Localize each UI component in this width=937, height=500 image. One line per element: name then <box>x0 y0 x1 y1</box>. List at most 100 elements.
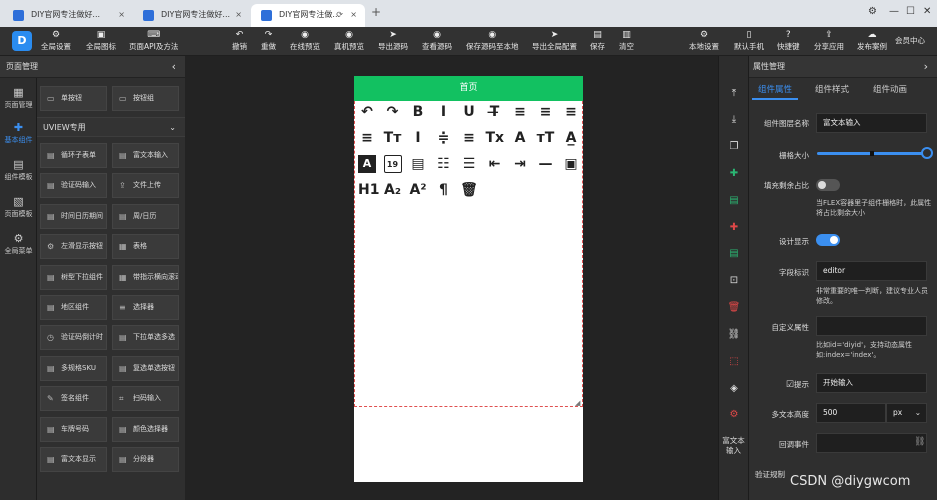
editor-bold-icon[interactable]: B <box>409 103 427 121</box>
settings-icon[interactable]: ⚙ <box>724 407 744 423</box>
save-source-local-button[interactable]: ◉ 保存源码至本地 <box>466 29 519 52</box>
editor-paragraph-icon[interactable]: ≡ <box>460 129 478 147</box>
component-item[interactable]: ▤ 复选单选按钮 <box>112 355 179 381</box>
add-after-icon[interactable]: ▤ <box>724 193 744 209</box>
minimize-icon[interactable]: — <box>889 6 899 17</box>
text-height-unit-select[interactable]: px ⌄ <box>886 403 927 423</box>
editor-align-left-icon[interactable]: ≡ <box>511 103 529 121</box>
component-item[interactable]: ▤ 下拉单选多选 <box>112 325 179 351</box>
editor-bullet-list-icon[interactable]: ☰ <box>460 155 478 173</box>
browser-tab-1[interactable]: DIY官网专注做好... × <box>3 4 133 27</box>
component-button-group[interactable]: ▭ 按钮组 <box>112 86 179 111</box>
undo-button[interactable]: ↶ 撤销 <box>232 29 247 52</box>
new-tab-button[interactable]: + <box>371 5 381 19</box>
chevron-right-icon[interactable]: › <box>924 56 928 78</box>
delete-icon[interactable]: 🗑 <box>724 300 744 316</box>
component-item[interactable]: ▤ 多规格SKU <box>40 355 107 381</box>
editor-undo-icon[interactable]: ↶ <box>358 103 376 121</box>
field-id-input[interactable]: editor <box>816 261 927 281</box>
settings-icon[interactable]: ⚙ <box>868 6 877 17</box>
component-item[interactable]: ▤ 周/日历 <box>112 203 179 229</box>
close-tab-icon[interactable]: × <box>350 4 357 25</box>
grid-size-slider-knob[interactable] <box>921 147 933 159</box>
editor-underline-color-icon[interactable]: A̲ <box>562 129 580 147</box>
editor-font-size-icon[interactable]: Tт <box>384 129 402 147</box>
rail-item-global-menu[interactable]: ⚙ 全局菜单 <box>0 232 37 256</box>
editor-checklist-icon[interactable]: ▤ <box>409 155 427 173</box>
redo-button[interactable]: ↷ 重做 <box>261 29 276 52</box>
editor-horizontal-rule-icon[interactable]: — <box>537 155 555 173</box>
component-item[interactable]: ≡ 选择器 <box>112 295 179 320</box>
text-height-input[interactable]: 500 <box>816 403 886 423</box>
component-item[interactable]: ▤ 循环子表单 <box>40 143 107 168</box>
editor-align-justify-icon[interactable]: ≡ <box>358 129 376 147</box>
callback-input[interactable] <box>816 433 927 453</box>
editor-align-right-icon[interactable]: ≡ <box>562 103 580 121</box>
editor-underline-icon[interactable]: U <box>460 103 478 121</box>
link-icon[interactable]: ⛓ <box>914 437 925 447</box>
resize-handle-icon[interactable]: ◢ <box>575 399 580 407</box>
local-settings-button[interactable]: ⚙ 本地设置 <box>689 29 719 52</box>
placeholder-input[interactable]: 开始输入 <box>816 373 927 393</box>
design-display-toggle[interactable] <box>816 234 840 246</box>
editor-line-height-icon[interactable]: I <box>409 129 427 147</box>
editor-background-color-icon[interactable]: A <box>358 155 376 173</box>
tab-component-style[interactable]: 组件样式 <box>808 80 856 100</box>
remove-component-icon[interactable]: ✚ <box>724 220 744 236</box>
component-item[interactable]: ✎ 签名组件 <box>40 386 107 412</box>
save-button[interactable]: ▤ 保存 <box>590 29 605 52</box>
editor-align-center-icon[interactable]: ≡ <box>537 103 555 121</box>
close-window-icon[interactable]: ✕ <box>923 6 931 17</box>
page-api-button[interactable]: ⌨ 页面API及方法 <box>129 29 178 52</box>
component-item[interactable]: ▤ 富文本输入 <box>112 143 179 168</box>
online-preview-button[interactable]: ◉ 在线预览 <box>290 29 320 52</box>
edit-component-icon[interactable]: ▤ <box>724 246 744 262</box>
editor-pilcrow-icon[interactable]: ¶ <box>435 181 453 199</box>
fill-ratio-toggle[interactable] <box>816 179 840 191</box>
checkbox-icon[interactable]: ☑ <box>786 380 794 390</box>
editor-redo-icon[interactable]: ↷ <box>384 103 402 121</box>
uview-section-header[interactable]: UVIEW专用 ⌄ <box>37 117 185 137</box>
device-preview-button[interactable]: ◉ 真机预览 <box>334 29 364 52</box>
editor-subscript-icon[interactable]: A₂ <box>384 181 402 199</box>
close-tab-icon[interactable]: × <box>235 4 242 25</box>
component-item[interactable]: ▤ 时间日历期间 <box>40 203 107 229</box>
component-item[interactable]: ▤ 车牌号码 <box>40 416 107 442</box>
tab-component-props[interactable]: 组件属性 <box>752 80 798 100</box>
maximize-icon[interactable]: ☐ <box>906 6 915 17</box>
component-item[interactable]: ⚙ 左滑显示按钮 <box>40 234 107 260</box>
rail-item-pages[interactable]: ▦ 页面管理 <box>0 86 37 110</box>
component-item[interactable]: ▤ 分段器 <box>112 447 179 472</box>
layer-name-input[interactable]: 富文本输入 <box>816 113 927 133</box>
link-icon[interactable]: ⛓ <box>724 327 744 343</box>
export-global-config-button[interactable]: ➤ 导出全局配置 <box>532 29 577 52</box>
view-source-button[interactable]: ◉ 查看源码 <box>422 29 452 52</box>
close-tab-icon[interactable]: × <box>118 4 125 25</box>
custom-attr-input[interactable] <box>816 316 927 336</box>
layers-icon[interactable]: ◈ <box>724 381 744 397</box>
rail-item-basic-components[interactable]: ✚ 基本组件 <box>0 121 37 145</box>
editor-date-icon[interactable]: 19 <box>383 155 402 173</box>
component-item[interactable]: ▤ 富文本显示 <box>40 447 107 472</box>
tab-component-animation[interactable]: 组件动画 <box>866 80 914 100</box>
editor-font-color-icon[interactable]: A <box>511 129 529 147</box>
rail-item-page-templates[interactable]: ▧ 页面模板 <box>0 195 37 219</box>
global-settings-button[interactable]: ⚙ 全局设置 <box>41 29 71 52</box>
add-before-icon[interactable]: ✚ <box>724 166 744 182</box>
editor-text-size-icon[interactable]: ᴛT <box>537 129 555 147</box>
component-item[interactable]: ⇪ 文件上传 <box>112 173 179 199</box>
editor-superscript-icon[interactable]: A² <box>409 181 427 199</box>
editor-indent-icon[interactable]: ≑ <box>435 129 453 147</box>
select-area-icon[interactable]: ⬚ <box>724 354 744 370</box>
editor-header-icon[interactable]: H1 <box>358 181 379 199</box>
default-phone-button[interactable]: ▯ 默认手机 <box>734 29 764 52</box>
editor-indent-right-icon[interactable]: ⇥ <box>511 155 529 173</box>
editor-image-icon[interactable]: ▣ <box>562 155 580 173</box>
clear-button[interactable]: ▥ 清空 <box>619 29 634 52</box>
share-app-button[interactable]: ⇪ 分享应用 <box>814 29 844 52</box>
component-item[interactable]: ▦ 带指示横向滚动 <box>112 264 179 290</box>
copy-icon[interactable]: ❐ <box>724 139 744 155</box>
publish-case-button[interactable]: ☁ 发布案例 <box>857 29 887 52</box>
lock-icon[interactable]: ⊡ <box>724 273 744 289</box>
editor-delete-icon[interactable]: 🗑 <box>460 181 478 199</box>
